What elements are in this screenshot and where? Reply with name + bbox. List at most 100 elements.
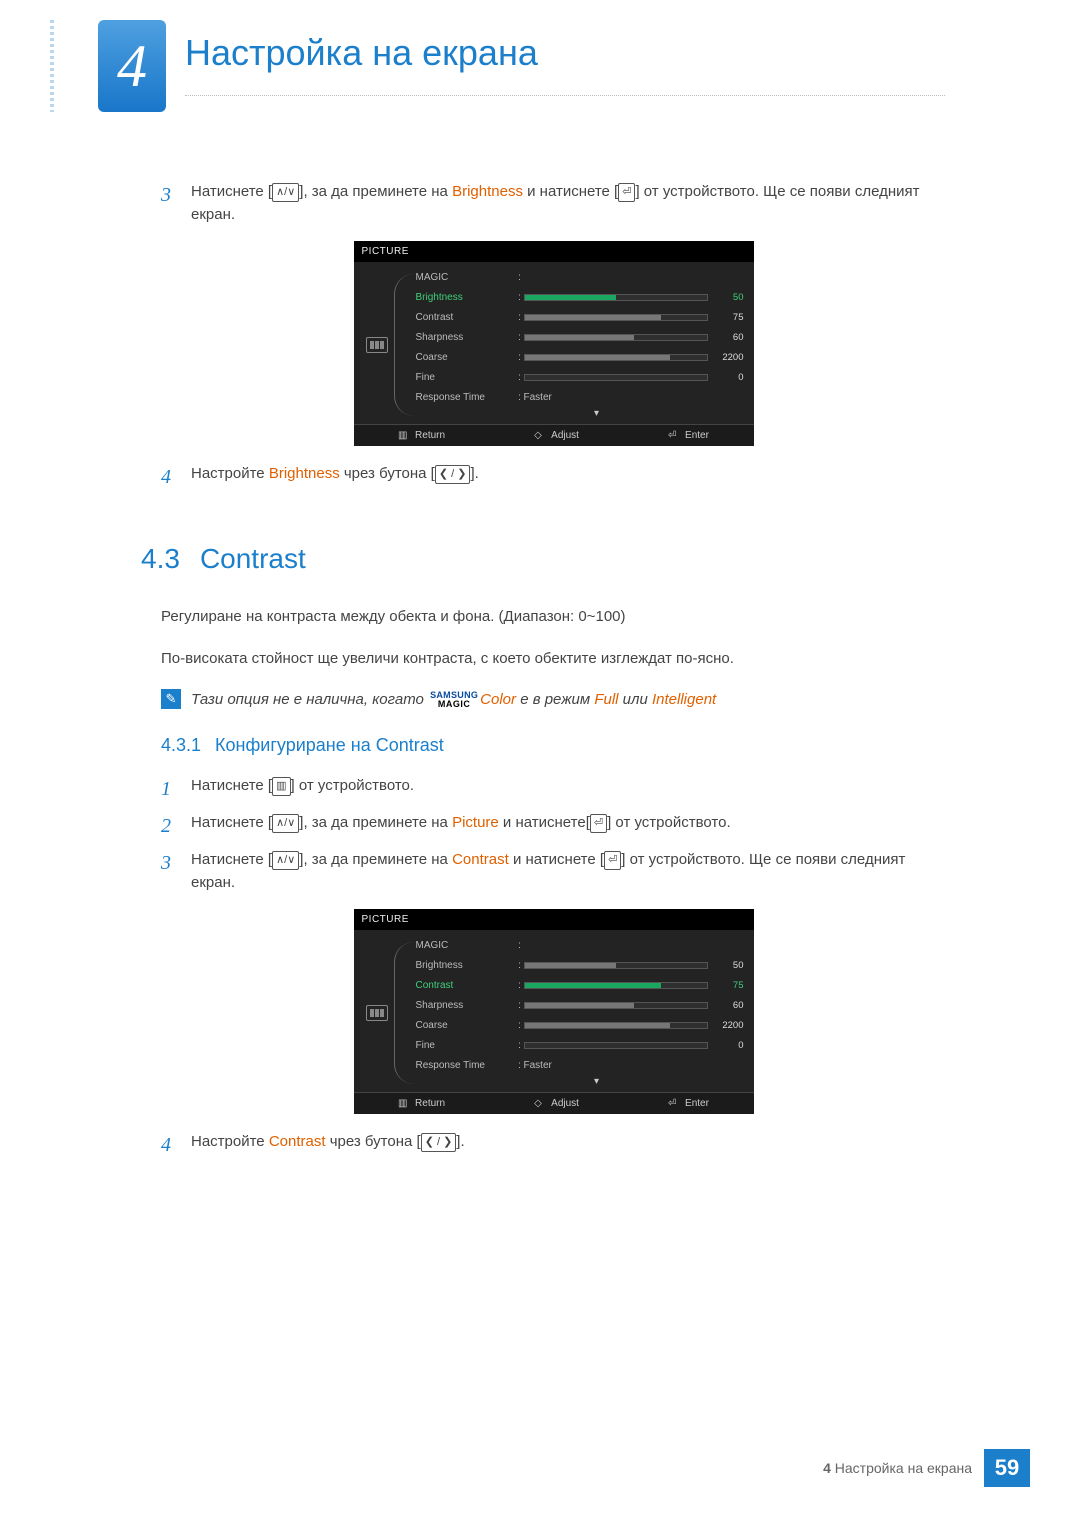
keyword-intelligent: Intelligent	[652, 691, 716, 708]
enter-icon: ⏎	[668, 430, 680, 440]
content-area: 3 Натиснете [∧/∨], за да преминете на Br…	[161, 180, 946, 1167]
step-body: Натиснете [∧/∨], за да преминете на Brig…	[191, 180, 946, 227]
text: Return	[415, 430, 445, 441]
osd-side-icon	[360, 268, 394, 422]
paragraph: По-високата стойност ще увеличи контраст…	[161, 647, 946, 671]
osd-body: MAGIC : Brightness : 50 Contrast	[354, 930, 754, 1092]
osd-value: 60	[714, 1000, 744, 1011]
osd-value: 50	[714, 960, 744, 971]
osd-label: Response Time	[416, 1060, 516, 1071]
section-title: Contrast	[200, 543, 306, 575]
adjust-icon: ◇	[534, 430, 546, 440]
osd-body: MAGIC : Brightness : 50 Contrast	[354, 262, 754, 424]
contrast-step-2: 2 Натиснете [∧/∨], за да преминете на Pi…	[161, 811, 946, 842]
osd-row-magic: MAGIC :	[416, 936, 744, 956]
text: Натиснете [	[191, 183, 272, 200]
text: ].	[456, 1133, 464, 1150]
updown-icon: ∧/∨	[272, 851, 299, 870]
osd-more-arrow: ▾	[450, 1076, 744, 1090]
leftright-icon: ❮ / ❯	[421, 1133, 457, 1152]
text: Adjust	[551, 1098, 579, 1109]
text: Настройте	[191, 465, 269, 482]
footer-chapter-num: 4	[823, 1460, 835, 1476]
osd-label: Sharpness	[416, 1000, 516, 1011]
osd-panel-contrast: PICTURE MAGIC : Brightness : 5	[354, 909, 754, 1114]
contrast-step-4: 4 Настройте Contrast чрез бутона [❮ / ❯]…	[161, 1130, 946, 1161]
section-number: 4.3	[141, 543, 180, 575]
osd-footer-adjust: ◇Adjust	[534, 430, 579, 441]
osd-row-response: Response Time : Faster	[416, 1056, 744, 1076]
osd-bar-fill	[525, 295, 616, 300]
step-number: 1	[161, 774, 191, 805]
osd-value: 2200	[714, 352, 744, 363]
text: ] от устройството.	[607, 814, 731, 831]
osd-value: 50	[714, 292, 744, 303]
colon: :	[516, 332, 524, 343]
osd-bar: 0	[524, 372, 744, 383]
text: Натиснете [	[191, 851, 272, 868]
step-3: 3 Натиснете [∧/∨], за да преминете на Br…	[161, 180, 946, 227]
osd-label: Brightness	[416, 960, 516, 971]
osd-row-brightness: Brightness : 50	[416, 288, 744, 308]
osd-footer-enter: ⏎Enter	[668, 1098, 709, 1109]
footer-chapter-title: Настройка на екрана	[835, 1460, 972, 1476]
osd-bar: 75	[524, 312, 744, 323]
osd-label: Fine	[416, 1040, 516, 1051]
osd-label: Response Time	[416, 392, 516, 403]
osd-label: Contrast	[416, 980, 516, 991]
osd-curve	[394, 942, 414, 1084]
enter-icon: ⏎	[668, 1098, 680, 1108]
keyword-picture: Picture	[452, 814, 499, 831]
text: Enter	[685, 430, 709, 441]
menu-icon	[366, 1005, 388, 1021]
return-icon: ▥	[398, 1098, 410, 1108]
colon: :	[516, 292, 524, 303]
osd-label: Brightness	[416, 292, 516, 303]
text: и натиснете [	[523, 183, 618, 200]
osd-value: Faster	[524, 1060, 744, 1071]
title-separator	[185, 95, 945, 96]
text: Натиснете [	[191, 814, 272, 831]
colon: :	[516, 352, 524, 363]
menu-icon	[366, 337, 388, 353]
return-icon: ▥	[398, 430, 410, 440]
osd-rows: MAGIC : Brightness : 50 Contrast	[416, 268, 744, 422]
osd-row-brightness: Brightness : 50	[416, 956, 744, 976]
text: MAGIC	[430, 700, 478, 709]
decorative-stripe	[50, 20, 54, 112]
keyword-contrast: Contrast	[376, 735, 444, 755]
osd-row-contrast: Contrast : 75	[416, 976, 744, 996]
step-body: Натиснете [∧/∨], за да преминете на Pict…	[191, 811, 946, 842]
osd-value: 60	[714, 332, 744, 343]
step-body: Натиснете [▥] от устройството.	[191, 774, 946, 805]
osd-bar: 2200	[524, 352, 744, 363]
keyword-brightness: Brightness	[452, 183, 523, 200]
step-body: Настройте Contrast чрез бутона [❮ / ❯].	[191, 1130, 946, 1161]
osd-label: Coarse	[416, 352, 516, 363]
text: е в режим	[516, 691, 594, 708]
note: ✎ Тази опция не е налична, когато SAMSUN…	[161, 689, 946, 712]
colon: :	[516, 312, 524, 323]
osd-label: Coarse	[416, 1020, 516, 1031]
osd-row-fine: Fine : 0	[416, 1036, 744, 1056]
osd-footer: ▥ Return ◇Adjust ⏎ Enter	[354, 424, 754, 446]
contrast-step-1: 1 Натиснете [▥] от устройството.	[161, 774, 946, 805]
osd-bar: 60	[524, 332, 744, 343]
samsung-magic-logo: SAMSUNGMAGIC	[430, 691, 478, 709]
osd-label: MAGIC	[416, 940, 516, 951]
osd-curve	[394, 274, 414, 416]
text: Конфигуриране на	[215, 735, 376, 755]
osd-row-fine: Fine : 0	[416, 368, 744, 388]
adjust-icon: ◇	[534, 1098, 546, 1108]
updown-icon: ∧/∨	[272, 183, 299, 202]
osd-row-coarse: Coarse : 2200	[416, 1016, 744, 1036]
osd-row-magic: MAGIC :	[416, 268, 744, 288]
colon: :	[516, 372, 524, 383]
text: и натиснете[	[499, 814, 590, 831]
colon: :	[516, 392, 524, 403]
osd-bar-fill	[525, 355, 671, 360]
section-4-3-heading: 4.3 Contrast	[141, 543, 946, 575]
keyword-color: Color	[480, 691, 516, 708]
menu-icon: ▥	[272, 777, 290, 796]
step-4: 4 Настройте Brightness чрез бутона [❮ / …	[161, 462, 946, 493]
